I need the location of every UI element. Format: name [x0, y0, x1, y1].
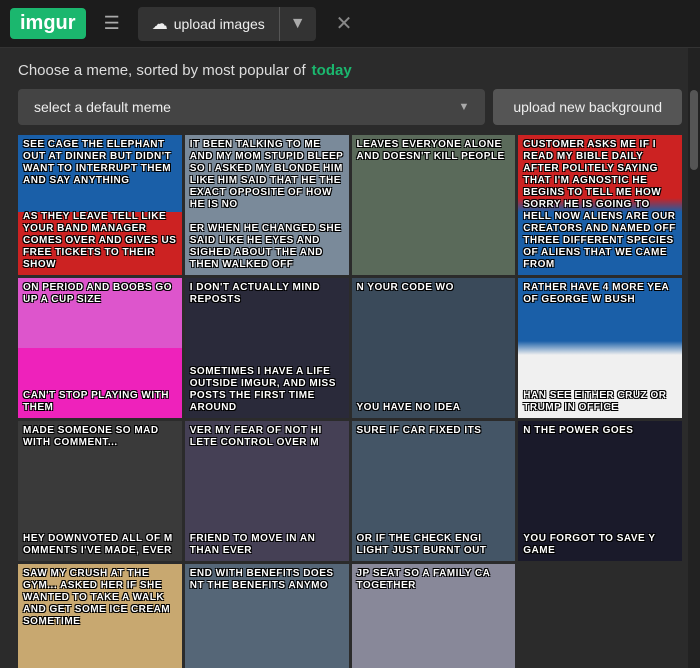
meme-cell-7[interactable]: N YOUR CODE WO YOU HAVE NO IDEA — [352, 278, 516, 418]
scrollbar-thumb[interactable] — [690, 90, 698, 170]
upload-button-label: upload images — [174, 16, 265, 32]
meme-text-top-13: SAW MY CRUSH AT THE GYM... ASKED HER IF … — [18, 564, 182, 632]
main-content: Choose a meme, sorted by most popular of… — [0, 48, 700, 668]
meme-text-top-3: LEAVES EVERYONE ALONE AND DOESN'T KILL P… — [352, 135, 516, 167]
meme-cell-6[interactable]: I DON'T ACTUALLY MIND REPOSTS SOMETIMES I… — [185, 278, 349, 418]
meme-text-top-2: IT BEEN TALKING TO ME AND MY MOM STUPID … — [185, 135, 349, 215]
toolbar: select a default meme upload new backgro… — [18, 89, 682, 125]
upload-dropdown-arrow[interactable]: ▼ — [280, 7, 316, 41]
meme-cell-8[interactable]: RATHER HAVE 4 MORE YEA OF GEORGE W BUSH H… — [518, 278, 682, 418]
meme-cell-4[interactable]: CUSTOMER ASKS ME IF I READ MY BIBLE DAIL… — [518, 135, 682, 275]
close-button[interactable]: ✕ — [330, 11, 359, 36]
meme-text-top-15: JP SEAT SO A FAMILY CA TOGETHER — [352, 564, 516, 596]
meme-text-top-6: I DON'T ACTUALLY MIND REPOSTS — [185, 278, 349, 310]
upload-button-group: ☁ upload images ▼ — [138, 7, 316, 41]
today-label: today — [312, 62, 352, 79]
meme-cell-10[interactable]: VER MY FEAR OF NOT HI LETE CONTROL OVER … — [185, 421, 349, 561]
meme-text-bottom-5: CAN'T STOP PLAYING WITH THEM — [18, 386, 182, 418]
meme-cell-15[interactable]: JP SEAT SO A FAMILY CA TOGETHER — [352, 564, 516, 668]
choose-bar: Choose a meme, sorted by most popular of… — [0, 48, 700, 89]
meme-text-top-7: N YOUR CODE WO — [352, 278, 516, 298]
meme-text-top-14: END WITH BENEFITS DOES NT THE BENEFITS A… — [185, 564, 349, 596]
scrollbar-track[interactable] — [688, 48, 700, 668]
meme-text-top-11: SURE IF CAR FIXED ITS — [352, 421, 516, 441]
meme-text-bottom-8: HAN SEE EITHER CRUZ OR TRUMP IN OFFICE — [518, 386, 682, 418]
meme-text-top-9: MADE SOMEONE SO MAD WITH COMMENT... — [18, 421, 182, 453]
meme-text-top-12: N THE POWER GOES — [518, 421, 682, 441]
meme-grid: SEE CAGE THE ELEPHANT OUT AT DINNER BUT … — [18, 135, 682, 668]
meme-text-top-10: VER MY FEAR OF NOT HI LETE CONTROL OVER … — [185, 421, 349, 453]
upload-main-button[interactable]: ☁ upload images — [138, 7, 280, 41]
meme-text-bottom-1: AS THEY LEAVE TELL LIKE YOUR BAND MANAGE… — [18, 207, 182, 275]
choose-text: Choose a meme, sorted by most popular of — [18, 62, 306, 79]
meme-text-bottom-6: SOMETIMES I HAVE A LIFE OUTSIDE IMGUR, A… — [185, 362, 349, 418]
meme-cell-12[interactable]: N THE POWER GOES YOU FORGOT TO SAVE Y GAM… — [518, 421, 682, 561]
meme-text-bottom-7: YOU HAVE NO IDEA — [352, 398, 516, 418]
meme-cell-3[interactable]: LEAVES EVERYONE ALONE AND DOESN'T KILL P… — [352, 135, 516, 275]
meme-text-bottom-11: OR IF THE CHECK ENGI LIGHT JUST BURNT OU… — [352, 529, 516, 561]
meme-cell-1[interactable]: SEE CAGE THE ELEPHANT OUT AT DINNER BUT … — [18, 135, 182, 275]
meme-cell-2[interactable]: IT BEEN TALKING TO ME AND MY MOM STUPID … — [185, 135, 349, 275]
header: imgur ☰ ☁ upload images ▼ ✕ — [0, 0, 700, 48]
meme-text-bottom-2: ER WHEN HE CHANGED SHE SAID LIKE HE EYES… — [185, 219, 349, 275]
meme-cell-13[interactable]: SAW MY CRUSH AT THE GYM... ASKED HER IF … — [18, 564, 182, 668]
meme-text-bottom-9: HEY DOWNVOTED ALL OF M OMMENTS I'VE MADE… — [18, 529, 182, 561]
meme-text-bottom-12: YOU FORGOT TO SAVE Y GAME — [518, 529, 682, 561]
cloud-icon: ☁ — [152, 14, 168, 34]
meme-text-top-5: ON PERIOD AND BOOBS GO UP A CUP SIZE — [18, 278, 182, 310]
hamburger-button[interactable]: ☰ — [96, 9, 128, 38]
meme-cell-5[interactable]: ON PERIOD AND BOOBS GO UP A CUP SIZE CAN'… — [18, 278, 182, 418]
meme-text-bottom-4: AFTER POLITELY SAYING THAT I'M AGNOSTIC … — [518, 159, 682, 275]
imgur-logo: imgur — [10, 8, 86, 39]
meme-cell-9[interactable]: MADE SOMEONE SO MAD WITH COMMENT... HEY D… — [18, 421, 182, 561]
meme-cell-11[interactable]: SURE IF CAR FIXED ITS OR IF THE CHECK ENG… — [352, 421, 516, 561]
meme-cell-14[interactable]: END WITH BENEFITS DOES NT THE BENEFITS A… — [185, 564, 349, 668]
meme-text-top-1: SEE CAGE THE ELEPHANT OUT AT DINNER BUT … — [18, 135, 182, 191]
meme-text-top-8: RATHER HAVE 4 MORE YEA OF GEORGE W BUSH — [518, 278, 682, 310]
meme-text-bottom-10: FRIEND TO MOVE IN AN THAN EVER — [185, 529, 349, 561]
upload-background-button[interactable]: upload new background — [493, 89, 682, 125]
select-meme-button[interactable]: select a default meme — [18, 89, 485, 125]
